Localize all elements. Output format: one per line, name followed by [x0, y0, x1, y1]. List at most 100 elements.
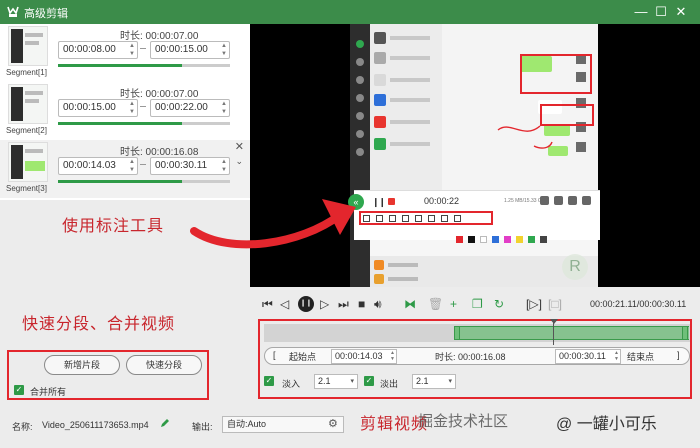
segment-progress — [58, 122, 230, 125]
recorder-logo-icon: R — [562, 254, 588, 280]
fade-out-checkbox[interactable]: ✓ — [364, 376, 374, 386]
marker-tool-icon[interactable] — [402, 215, 409, 222]
title-bar: 高级剪辑 — ☐ ✕ — [0, 0, 700, 24]
segment-label: Segment[3] — [6, 184, 47, 193]
pause-icon[interactable]: ❙❙ — [372, 197, 386, 208]
segment-thumbnail — [8, 84, 48, 124]
play-pause-button[interactable]: ❙❙ — [298, 296, 314, 312]
segment-start-field[interactable]: 00:00:08.00 ▲ ▼ — [58, 41, 138, 59]
settings-icon — [582, 196, 591, 205]
stop-icon[interactable] — [388, 198, 395, 205]
app-logo-icon — [7, 6, 19, 17]
watermark: 掘金技术社区 — [418, 413, 509, 430]
output-field[interactable]: 自动:Auto — [222, 416, 344, 433]
segment-duration: 时长: 00:00:16.08 — [120, 147, 199, 158]
skip-end-icon[interactable]: ⏭ — [338, 297, 349, 312]
record-time: 00:00:22 — [424, 196, 460, 206]
annotation-tool-caption: 使用标注工具 — [62, 218, 165, 235]
refresh-icon[interactable]: ↻ — [494, 297, 504, 311]
segment-thumbnail — [8, 142, 48, 182]
window-title: 高级剪辑 — [24, 8, 68, 20]
rect-tool-icon[interactable] — [363, 215, 370, 222]
toolbox-icon — [568, 196, 577, 205]
camera-icon — [540, 196, 549, 205]
segment-duration: 时长: 00:00:07.00 — [120, 31, 199, 42]
chevron-down-icon[interactable]: ⌄ — [235, 156, 243, 167]
bracket-icon: [ — [273, 350, 276, 360]
timeline-selection[interactable] — [456, 326, 689, 340]
rotate-tool-icon[interactable] — [441, 215, 448, 222]
zoom-tool-icon[interactable] — [454, 215, 461, 222]
annotation-toolbar[interactable] — [359, 211, 493, 225]
quick-split-button[interactable]: 快速分段 — [126, 355, 202, 375]
edit-name-icon[interactable] — [160, 418, 170, 428]
bracket-icon: ] — [677, 350, 680, 360]
segment-start-field[interactable]: 00:00:14.03 ▲ ▼ — [58, 157, 138, 175]
start-time-field[interactable]: 00:00:14.03 ▲ ▼ — [331, 349, 397, 364]
close-window-button[interactable]: ✕ — [672, 3, 690, 21]
fade-in-label: 淡入 — [282, 379, 301, 389]
segment-duration: 时长: 00:00:07.00 — [120, 89, 199, 100]
split-caption: 快速分段、合并视频 — [22, 316, 176, 333]
crop-icon[interactable]: [▷] — [526, 297, 542, 311]
start-point-label[interactable]: 起始点 — [289, 350, 316, 363]
delete-segment-icon[interactable]: ✕ — [235, 140, 244, 153]
end-handle[interactable] — [682, 326, 688, 340]
player-timecode: 00:00:21.11/00:00:30.11 — [590, 299, 687, 309]
fade-out-select[interactable]: 2.1 ▾ — [412, 374, 456, 389]
step-forward-icon[interactable]: ▷ — [320, 297, 329, 311]
volume-icon[interactable]: 🔊︎ — [374, 297, 382, 312]
segment-thumbnail — [8, 26, 48, 66]
minimize-button[interactable]: — — [632, 3, 650, 21]
merge-all-checkbox[interactable]: ✓ — [14, 385, 24, 395]
pen-tool-icon[interactable] — [376, 215, 383, 222]
stop-icon[interactable]: ■ — [358, 297, 365, 311]
trim-row: [ 起始点 00:00:14.03 ▲ ▼ 时长: 00:00:16.08 00:0… — [264, 347, 690, 365]
segment-end-field[interactable]: 00:00:15.00 ▲ ▼ — [150, 41, 230, 59]
start-handle[interactable] — [454, 326, 460, 340]
advanced-editor-window: 高级剪辑 — ☐ ✕ Segment[1] 时长: 00:00:07.00 00… — [0, 0, 700, 448]
name-label: 名称: — [12, 422, 33, 432]
red-arrow-icon — [190, 199, 356, 249]
segment-list: Segment[1] 时长: 00:00:07.00 00:00:08.00 ▲ ▼… — [0, 24, 250, 200]
copy-icon[interactable]: ❐ — [472, 297, 483, 311]
segment-end-field[interactable]: 00:00:30.11 ▲ ▼ — [150, 157, 230, 175]
segment-progress — [58, 64, 230, 67]
add-segment-button[interactable]: 新增片段 — [44, 355, 120, 375]
color-palette[interactable] — [456, 234, 552, 246]
freehand-mark — [497, 125, 553, 149]
end-point-label[interactable]: 结束点 — [627, 350, 654, 363]
image-tool-icon[interactable] — [415, 215, 422, 222]
fade-in-select[interactable]: 2.1 ▾ — [314, 374, 358, 389]
maximize-button[interactable]: ☐ — [652, 3, 670, 21]
segment-item[interactable]: Segment[2] 时长: 00:00:07.00 00:00:15.00 ▲ ▼… — [0, 82, 250, 140]
highlight-rect — [520, 54, 592, 94]
duration-label: 时长: 00:00:16.08 — [435, 352, 506, 362]
timeline-track[interactable] — [264, 324, 690, 342]
output-label: 输出: — [192, 422, 213, 432]
fade-out-label: 淡出 — [380, 379, 399, 389]
skip-start-icon[interactable]: ⏮ — [262, 297, 273, 312]
segment-label: Segment[1] — [6, 68, 47, 77]
fade-in-checkbox[interactable]: ✓ — [264, 376, 274, 386]
blur-tool-icon[interactable] — [428, 215, 435, 222]
segment-end-field[interactable]: 00:00:22.00 ▲ ▼ — [150, 99, 230, 117]
record-size: 1.25 MB/15.33 GB — [504, 198, 546, 204]
split-icon[interactable]: ⧓ — [404, 297, 416, 311]
step-back-icon[interactable]: ◁ — [280, 297, 289, 311]
segment-progress — [58, 180, 230, 183]
text-tool-icon[interactable] — [389, 215, 396, 222]
delete-icon[interactable]: 🗑︎ — [428, 297, 443, 311]
gear-icon[interactable]: ⚙ — [328, 417, 338, 430]
end-time-field[interactable]: 00:00:30.11 ▲ ▼ — [555, 349, 621, 364]
watermark-author: @ 一罐小可乐 — [556, 416, 657, 433]
segment-item[interactable]: Segment[1] 时长: 00:00:07.00 00:00:08.00 ▲ ▼… — [0, 24, 250, 82]
segment-start-field[interactable]: 00:00:15.00 ▲ ▼ — [58, 99, 138, 117]
record-icon — [554, 196, 563, 205]
recorder-actions[interactable] — [540, 196, 596, 208]
segment-label: Segment[2] — [6, 126, 47, 135]
file-name: Video_250611173653.mp4 — [42, 420, 149, 430]
fit-icon[interactable]: [□] — [548, 297, 562, 311]
playhead[interactable] — [550, 319, 558, 345]
add-icon[interactable]: + — [450, 297, 457, 311]
